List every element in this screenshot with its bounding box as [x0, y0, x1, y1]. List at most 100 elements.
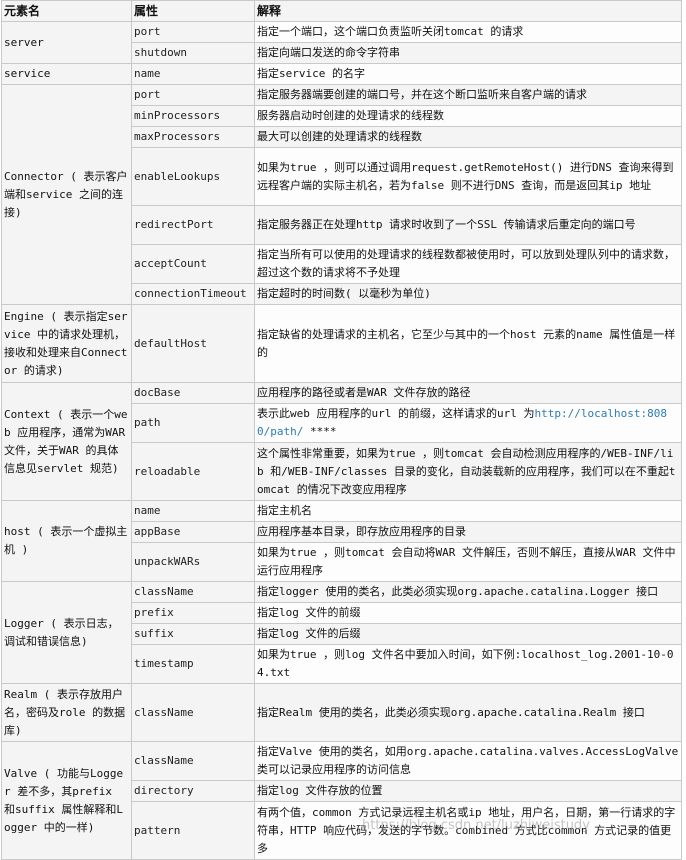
description-text: 表示此web 应用程序的url 的前缀，这样请求的url 为: [257, 407, 535, 420]
description-text: 指定当所有可以使用的处理请求的线程数都被使用时，可以放到处理队列中的请求数，超过…: [257, 248, 675, 279]
description-text: 应用程序的路径或者是WAR 文件存放的路径: [257, 386, 471, 399]
attribute-cell: path: [131, 403, 255, 443]
attribute-cell: prefix: [131, 602, 255, 624]
table-row: Logger ( 表示日志，调试和错误信息) className 指定logger …: [1, 581, 682, 684]
attribute-cell: reloadable: [131, 442, 255, 501]
description-text: 服务器启动时创建的处理请求的线程数: [257, 109, 444, 122]
description-cell: 指定Valve 使用的类名，如用org.apache.catalina.valv…: [254, 741, 682, 781]
element-cell: server: [1, 21, 132, 64]
attribute-cell: enableLookups: [131, 147, 255, 206]
description-suffix: ****: [303, 425, 337, 438]
description-cell: 指定向端口发送的命令字符串: [254, 42, 682, 64]
element-cell: service: [1, 63, 132, 85]
description-text: 应用程序基本目录，即存放应用程序的目录: [257, 525, 466, 538]
description-cell: 这个属性非常重要，如果为true ，则tomcat 会自动检测应用程序的/WEB…: [254, 442, 682, 501]
attribute-cell: directory: [131, 780, 255, 802]
description-text: 指定超时的时间数( 以毫秒为单位): [257, 287, 431, 300]
description-text: 指定Realm 使用的类名，此类必须实现org.apache.catalina.…: [257, 705, 645, 719]
description-text: 指定主机名: [257, 504, 312, 517]
attribute-cell: port: [131, 21, 255, 43]
header-element: 元素名: [1, 0, 132, 22]
description-text: 指定log 文件的后缀: [257, 627, 361, 640]
attribute-cell: pattern: [131, 801, 255, 860]
description-cell: 指定缺省的处理请求的主机名，它至少与其中的一个host 元素的name 属性值是…: [254, 304, 682, 383]
element-cell: Engine ( 表示指定service 中的请求处理机，接收和处理来自Conn…: [1, 304, 132, 383]
header-attribute: 属性: [131, 0, 255, 22]
attribute-cell: docBase: [131, 382, 255, 404]
attribute-cell: redirectPort: [131, 205, 255, 245]
description-cell: 指定logger 使用的类名，此类必须实现org.apache.catalina…: [254, 581, 682, 603]
description-cell: 应用程序的路径或者是WAR 文件存放的路径: [254, 382, 682, 404]
description-cell: 应用程序基本目录，即存放应用程序的目录: [254, 521, 682, 543]
description-cell: 指定Realm 使用的类名，此类必须实现org.apache.catalina.…: [254, 683, 682, 742]
attribute-cell: timestamp: [131, 644, 255, 684]
attribute-cell: className: [131, 683, 255, 742]
table-row: Valve ( 功能与Logger 差不多，其prefix 和suffix 属性…: [1, 741, 682, 860]
description-cell: 指定超时的时间数( 以毫秒为单位): [254, 283, 682, 305]
table-row: Context ( 表示一个web 应用程序，通常为WAR 文件，关于WAR 的…: [1, 382, 682, 501]
description-cell: 指定服务器正在处理http 请求时收到了一个SSL 传输请求后重定向的端口号: [254, 205, 682, 245]
table-row: service name 指定service 的名字: [1, 63, 682, 85]
table-body: server port 指定一个端口，这个端口负责监听关闭tomcat 的请求 shu…: [1, 21, 682, 860]
attribute-cell: shutdown: [131, 42, 255, 64]
config-table: 元素名 属性 解释 server port 指定一个端口，这个端口负责监听关闭tom…: [1, 0, 682, 860]
description-cell: 指定当所有可以使用的处理请求的线程数都被使用时，可以放到处理队列中的请求数，超过…: [254, 244, 682, 284]
description-cell: 指定log 文件存放的位置: [254, 780, 682, 802]
description-text: 指定缺省的处理请求的主机名，它至少与其中的一个host 元素的name 属性值是…: [257, 327, 676, 359]
description-text: 有两个值，common 方式记录远程主机名或ip 地址，用户名，日期，第一行请求…: [257, 805, 676, 855]
description-cell: 有两个值，common 方式记录远程主机名或ip 地址，用户名，日期，第一行请求…: [254, 801, 682, 860]
description-cell: 指定服务器端要创建的端口号，并在这个断口监听来自客户端的请求: [254, 84, 682, 106]
table-row: Connector ( 表示客户端和service 之间的连接) port 指定服务…: [1, 84, 682, 305]
attribute-cell: className: [131, 581, 255, 603]
attribute-cell: name: [131, 500, 255, 522]
element-cell: host ( 表示一个虚拟主机 ): [1, 500, 132, 582]
description-text: 指定向端口发送的命令字符串: [257, 46, 400, 59]
attribute-cell: name: [131, 63, 255, 85]
description-text: 指定log 文件存放的位置: [257, 784, 383, 797]
element-cell: Valve ( 功能与Logger 差不多，其prefix 和suffix 属性…: [1, 741, 132, 860]
description-cell: 指定主机名: [254, 500, 682, 522]
table-row: server port 指定一个端口，这个端口负责监听关闭tomcat 的请求: [1, 21, 682, 64]
description-text: 最大可以创建的处理请求的线程数: [257, 130, 422, 143]
description-cell: 如果为true ，则tomcat 会自动将WAR 文件解压，否则不解压，直接从W…: [254, 542, 682, 582]
description-cell: 最大可以创建的处理请求的线程数: [254, 126, 682, 148]
description-cell: 指定log 文件的后缀: [254, 623, 682, 645]
attribute-cell: suffix: [131, 623, 255, 645]
attribute-cell: port: [131, 84, 255, 106]
description-text: 指定服务器正在处理http 请求时收到了一个SSL 传输请求后重定向的端口号: [257, 218, 636, 231]
attribute-cell: className: [131, 741, 255, 781]
table-row: host ( 表示一个虚拟主机 ) name 指定主机名: [1, 500, 682, 582]
description-text: 如果为true ，则log 文件名中要加入时间，如下例:localhost_lo…: [257, 648, 674, 679]
attribute-cell: connectionTimeout: [131, 283, 255, 305]
attribute-cell: minProcessors: [131, 105, 255, 127]
description-cell: 指定一个端口，这个端口负责监听关闭tomcat 的请求: [254, 21, 682, 43]
header-description: 解释: [254, 0, 682, 22]
description-cell: 指定log 文件的前缀: [254, 602, 682, 624]
table-row: Engine ( 表示指定service 中的请求处理机，接收和处理来自Conn…: [1, 304, 682, 383]
description-text: 指定service 的名字: [257, 67, 365, 80]
description-text: 指定一个端口，这个端口负责监听关闭tomcat 的请求: [257, 25, 524, 38]
description-text: 指定logger 使用的类名，此类必须实现org.apache.catalina…: [257, 585, 659, 598]
description-cell: 如果为true ，则可以通过调用request.getRemoteHost() …: [254, 147, 682, 206]
attribute-cell: maxProcessors: [131, 126, 255, 148]
description-cell: 服务器启动时创建的处理请求的线程数: [254, 105, 682, 127]
element-cell: Connector ( 表示客户端和service 之间的连接): [1, 84, 132, 305]
description-cell: 指定service 的名字: [254, 63, 682, 85]
description-text: 指定log 文件的前缀: [257, 606, 361, 619]
description-cell: 表示此web 应用程序的url 的前缀，这样请求的url 为http://loc…: [254, 403, 682, 443]
element-cell: Context ( 表示一个web 应用程序，通常为WAR 文件，关于WAR 的…: [1, 382, 132, 501]
description-text: 指定Valve 使用的类名，如用org.apache.catalina.valv…: [257, 745, 679, 776]
attribute-cell: unpackWARs: [131, 542, 255, 582]
description-text: 这个属性非常重要，如果为true ，则tomcat 会自动检测应用程序的/WEB…: [257, 446, 676, 496]
header-row: 元素名 属性 解释: [1, 0, 682, 22]
description-cell: 如果为true ，则log 文件名中要加入时间，如下例:localhost_lo…: [254, 644, 682, 684]
element-cell: Realm ( 表示存放用户名，密码及role 的数据库): [1, 683, 132, 742]
table-row: Realm ( 表示存放用户名，密码及role 的数据库) className 指定…: [1, 683, 682, 742]
description-text: 如果为true ，则tomcat 会自动将WAR 文件解压，否则不解压，直接从W…: [257, 546, 676, 577]
description-text: 指定服务器端要创建的端口号，并在这个断口监听来自客户端的请求: [257, 88, 587, 101]
element-cell: Logger ( 表示日志，调试和错误信息): [1, 581, 132, 684]
attribute-cell: acceptCount: [131, 244, 255, 284]
attribute-cell: appBase: [131, 521, 255, 543]
description-text: 如果为true ，则可以通过调用request.getRemoteHost() …: [257, 160, 674, 192]
attribute-cell: defaultHost: [131, 304, 255, 383]
